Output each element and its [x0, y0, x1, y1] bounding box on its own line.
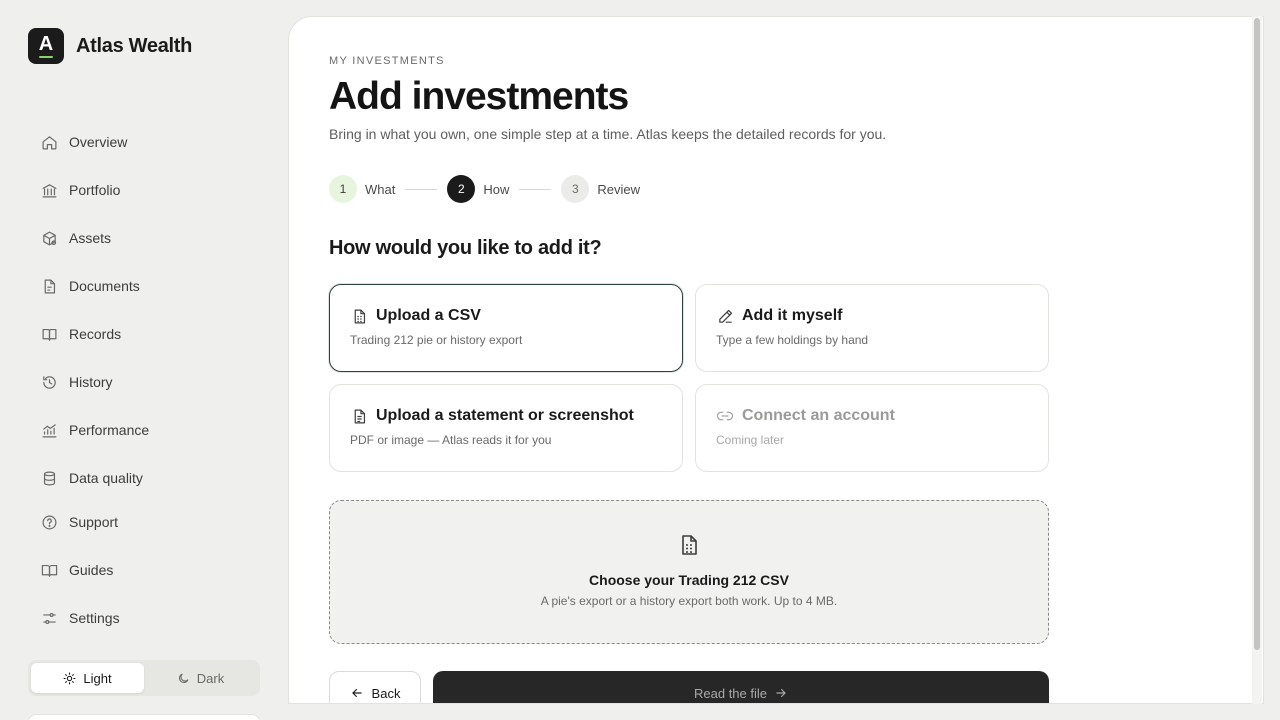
- step-label: What: [365, 181, 396, 197]
- arrow-right-icon: [776, 688, 786, 698]
- option-description: Trading 212 pie or history export: [350, 333, 523, 347]
- brand-logo: A: [28, 28, 64, 64]
- sidebar-item-label: Overview: [69, 134, 128, 150]
- sidebar-item-overview[interactable]: Overview: [28, 122, 260, 162]
- sidebar-item-label: Support: [69, 514, 119, 530]
- option-description: Type a few holdings by hand: [716, 333, 869, 347]
- home-icon: [40, 133, 58, 151]
- brand[interactable]: A Atlas Wealth: [28, 28, 192, 64]
- step-how: 2 How: [447, 175, 509, 203]
- sidebar-item-assets[interactable]: Assets: [28, 218, 260, 258]
- step-connector: [519, 188, 552, 190]
- option-title: Upload a statement or screenshot: [376, 407, 634, 424]
- back-label: Back: [371, 685, 401, 701]
- spreadsheet-icon: [350, 307, 368, 325]
- bank-icon: [40, 181, 58, 199]
- history-icon: [40, 373, 58, 391]
- page-subtitle: Bring in what you own, one simple step a…: [329, 126, 887, 142]
- sidebar-item-label: Performance: [69, 422, 150, 438]
- option-add-manually[interactable]: Add it myself Type a few holdings by han…: [695, 284, 1049, 372]
- sidebar-item-performance[interactable]: Performance: [28, 410, 260, 450]
- sidebar-item-settings[interactable]: Settings: [28, 598, 260, 638]
- arrow-left-icon: [351, 688, 362, 698]
- csv-file-icon: [677, 533, 701, 562]
- sidebar-item-records[interactable]: Records: [28, 314, 260, 354]
- moon-icon: [178, 673, 189, 683]
- sidebar: A Atlas Wealth Overview Portfolio Assets: [0, 0, 276, 720]
- step-number: 2: [447, 175, 476, 203]
- step-label: Review: [597, 181, 640, 197]
- sidebar-item-label: Guides: [69, 562, 114, 578]
- option-title: Upload a CSV: [376, 307, 481, 324]
- option-upload-statement[interactable]: Upload a statement or screenshot PDF or …: [329, 384, 683, 472]
- assets-icon: [40, 229, 58, 247]
- sidebar-item-label: Records: [69, 326, 122, 342]
- main-scrollbar[interactable]: [1252, 16, 1262, 704]
- option-title: Connect an account: [742, 407, 895, 424]
- brand-name: Atlas Wealth: [76, 34, 193, 57]
- read-file-button[interactable]: Read the file: [433, 671, 1049, 703]
- sidebar-item-label: Settings: [69, 610, 120, 626]
- sidebar-item-support[interactable]: Support: [28, 502, 260, 542]
- read-file-label: Read the file: [694, 685, 767, 701]
- link-icon: [716, 407, 734, 425]
- step-what[interactable]: 1 What: [329, 175, 395, 203]
- theme-light-label: Light: [83, 670, 112, 686]
- step-label: How: [483, 181, 510, 197]
- database-icon: [40, 469, 58, 487]
- theme-dark-button[interactable]: Dark: [144, 663, 257, 693]
- sidebar-item-label: Documents: [69, 278, 140, 294]
- option-description: Coming later: [716, 433, 785, 447]
- theme-light-button[interactable]: Light: [31, 663, 144, 693]
- step-number: 1: [329, 175, 357, 203]
- sidebar-item-guides[interactable]: Guides: [28, 550, 260, 590]
- option-connect-account: Connect an account Coming later: [695, 384, 1049, 472]
- performance-icon: [40, 421, 58, 439]
- method-question: How would you like to add it?: [329, 237, 602, 259]
- pencil-icon: [716, 307, 734, 325]
- scrollbar-thumb[interactable]: [1254, 18, 1260, 650]
- dropzone-description: A pie's export or a history export both …: [540, 594, 838, 608]
- option-title: Add it myself: [742, 307, 843, 324]
- sidebar-item-label: Portfolio: [69, 182, 121, 198]
- brand-logo-underline: [39, 56, 53, 58]
- step-number: 3: [561, 175, 590, 203]
- help-icon: [40, 513, 58, 531]
- sidebar-item-label: Assets: [69, 230, 112, 246]
- documents-icon: [40, 277, 58, 295]
- sidebar-item-history[interactable]: History: [28, 362, 260, 402]
- book-icon: [40, 561, 58, 579]
- sidebar-item-data-quality[interactable]: Data quality: [28, 458, 260, 498]
- sliders-icon: [40, 609, 58, 627]
- page-eyebrow: MY INVESTMENTS: [329, 55, 445, 67]
- theme-dark-label: Dark: [196, 670, 225, 686]
- stepper: 1 What 2 How 3 Review: [329, 175, 640, 203]
- sun-icon: [63, 672, 76, 684]
- option-description: PDF or image — Atlas reads it for you: [350, 433, 552, 447]
- dropzone-title: Choose your Trading 212 CSV: [589, 572, 789, 588]
- back-button[interactable]: Back: [329, 671, 421, 703]
- sidebar-item-label: History: [69, 374, 113, 390]
- brand-logo-letter: A: [38, 33, 54, 55]
- main-panel: MY INVESTMENTS Add investments Bring in …: [288, 16, 1264, 704]
- records-icon: [40, 325, 58, 343]
- document-icon: [350, 407, 368, 425]
- theme-toggle: Light Dark: [28, 660, 260, 696]
- page-title: Add investments: [329, 75, 629, 118]
- option-upload-csv[interactable]: Upload a CSV Trading 212 pie or history …: [329, 284, 683, 372]
- account-card[interactable]: [28, 714, 260, 720]
- step-connector: [405, 188, 438, 190]
- sidebar-item-label: Data quality: [69, 470, 143, 486]
- csv-dropzone[interactable]: Choose your Trading 212 CSV A pie's expo…: [329, 500, 1049, 644]
- step-review: 3 Review: [561, 175, 640, 203]
- sidebar-item-portfolio[interactable]: Portfolio: [28, 170, 260, 210]
- sidebar-item-documents[interactable]: Documents: [28, 266, 260, 306]
